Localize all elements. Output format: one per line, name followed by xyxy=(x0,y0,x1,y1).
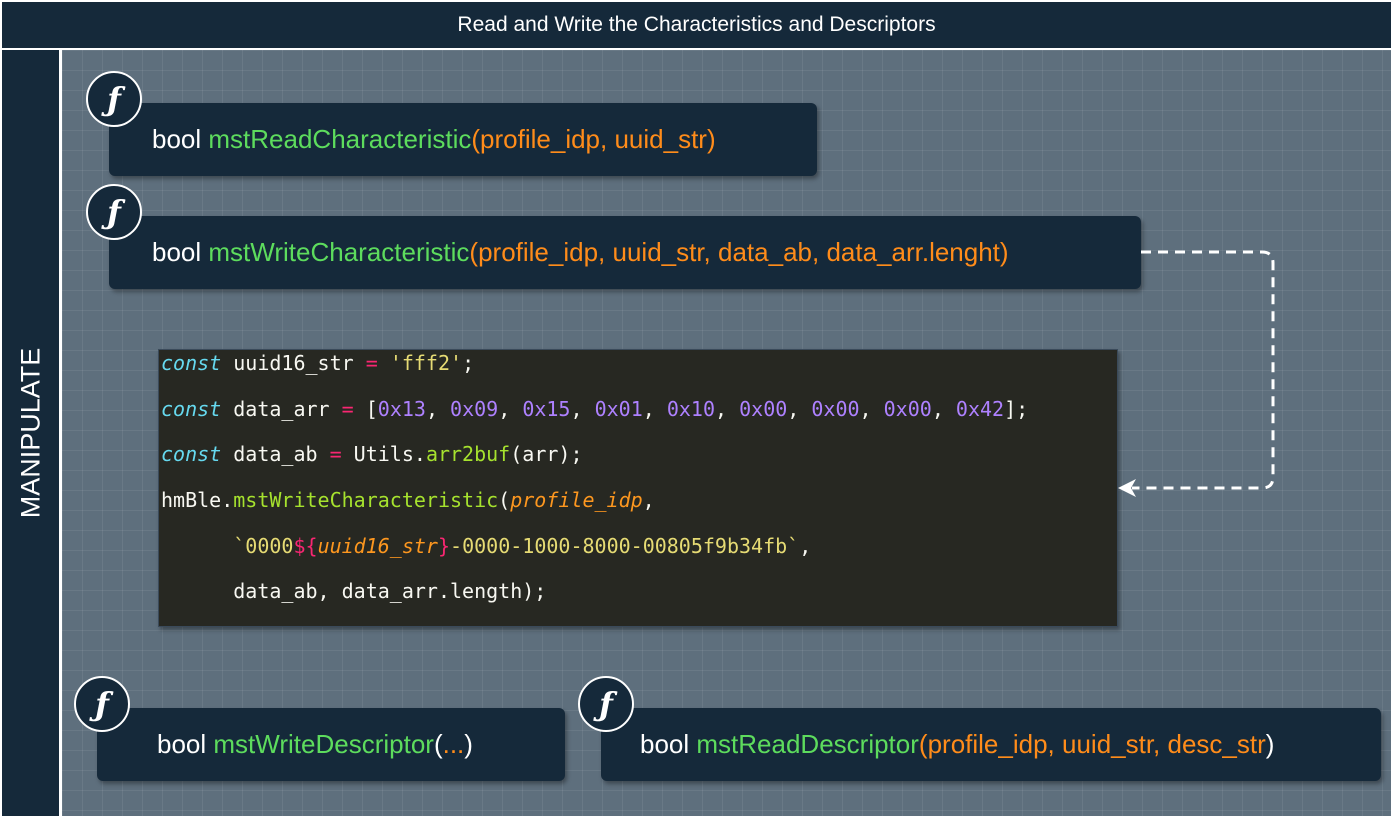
fn-name: mstWriteDescriptor xyxy=(213,729,434,759)
fn-return-type: bool xyxy=(157,729,207,759)
function-icon: ƒ xyxy=(74,676,130,732)
fn-close-paren: ) xyxy=(1265,729,1275,759)
fn-return-type: bool xyxy=(152,124,202,154)
code-line-6: data_ab, data_arr.length); xyxy=(233,579,547,603)
fn-name: mstReadDescriptor xyxy=(696,729,919,759)
fn-close-paren: ) xyxy=(464,729,473,759)
function-icon: ƒ xyxy=(86,71,142,127)
fn-close-paren: ) xyxy=(706,124,716,154)
fn-open-paren: ( xyxy=(469,237,479,267)
fn-params: profile_idp, uuid_str xyxy=(480,124,707,154)
fn-params: profile_idp, uuid_str, desc_str xyxy=(927,729,1266,759)
fn-name: mstWriteCharacteristic xyxy=(208,237,470,267)
fn-name: mstReadCharacteristic xyxy=(208,124,472,154)
sidebar-panel: MANIPULATE xyxy=(2,50,59,816)
fn-return-type: bool xyxy=(152,237,202,267)
fn-params: profile_idp, uuid_str, data_ab, data_arr… xyxy=(478,237,1000,267)
fn-close-paren: ) xyxy=(999,237,1009,267)
diagram-title-text: Read and Write the Characteristics and D… xyxy=(457,13,936,36)
sidebar-label: MANIPULATE xyxy=(15,347,45,519)
read-descriptor-box: bool mstReadDescriptor(profile_idp, uuid… xyxy=(601,708,1381,781)
code-line-3: const data_ab = Utils.arr2buf(arr); xyxy=(161,442,583,466)
write-characteristic-box: bool mstWriteCharacteristic(profile_idp,… xyxy=(109,216,1141,289)
fn-params: ... xyxy=(442,729,465,759)
code-line-1: const uuid16_str = 'fff2'; xyxy=(161,351,475,375)
write-descriptor-box: bool mstWriteDescriptor(...) xyxy=(97,708,565,781)
code-line-5: `0000${uuid16_str}-0000-1000-8000-00805f… xyxy=(233,534,812,558)
fn-open-paren: ( xyxy=(918,729,928,759)
function-icon: ƒ xyxy=(578,676,634,732)
code-line-2: const data_arr = [0x13, 0x09, 0x15, 0x01… xyxy=(161,397,1029,421)
fn-return-type: bool xyxy=(640,729,690,759)
code-line-4: hmBle.mstWriteCharacteristic(profile_idp… xyxy=(161,488,655,512)
fn-open-paren: ( xyxy=(433,729,443,759)
read-characteristic-box: bool mstReadCharacteristic(profile_idp, … xyxy=(109,103,817,176)
function-icon: ƒ xyxy=(86,184,142,240)
diagram-title: Read and Write the Characteristics and D… xyxy=(2,2,1391,50)
code-example: const uuid16_str = 'fff2'; const data_ar… xyxy=(158,349,1118,627)
fn-open-paren: ( xyxy=(471,124,481,154)
